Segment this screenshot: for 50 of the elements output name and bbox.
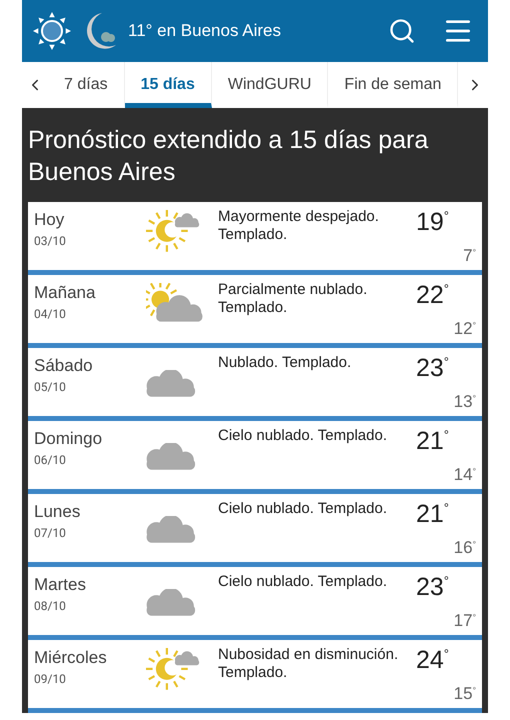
header-title: 11° en Buenos Aires (128, 21, 282, 41)
high-temperature: 19$^{°}$ (416, 208, 449, 237)
low-temperature: 16$^{°}$ (454, 538, 476, 558)
forecast-card[interactable]: Hoy 03/10 Mayormente despejado. Templado. 19$^{°}$ 7$^{°}$ (28, 202, 482, 275)
day-date: 04/10 (34, 307, 67, 321)
low-temperature: 15$^{°}$ (454, 684, 476, 704)
day-date: 05/10 (34, 380, 67, 394)
day-name: Martes (34, 575, 87, 595)
weather-description: Cielo nublado. Templado. (218, 572, 388, 592)
tab[interactable]: 15 días (124, 62, 212, 108)
forecast-card[interactable]: Mañana 04/10 Parcialmente nublado. Templado. 22$^{°}$ 12$^{°}$ (28, 275, 482, 348)
weather-description: Cielo nublado. Templado. (218, 426, 388, 446)
day-date: 06/10 (34, 453, 67, 467)
forecast-card[interactable]: Sábado 05/10 Nublado. Templado. 23$^{°}$ 13$^{°}$ (28, 348, 482, 421)
page-heading: Pronóstico extendido a 15 días para Buenos Aires (28, 125, 430, 188)
day-name: Sábado (34, 356, 94, 376)
forecast-card[interactable]: Domingo 06/10 Cielo nublado. Templado. 21$^{°}$ 14$^{°}$ (28, 421, 482, 494)
high-temperature: 23$^{°}$ (416, 573, 449, 602)
cloud-icon (146, 516, 197, 545)
weather-description: Nubosidad en disminución. Templado. (218, 645, 400, 683)
weather-description: Mayormente despejado. Templado. (218, 207, 380, 245)
forecast-card[interactable]: Martes 08/10 Cielo nublado. Templado. 23$^{°}$ 17$^{°}$ (28, 567, 482, 640)
high-temperature: 21$^{°}$ (416, 427, 449, 456)
day-date: 03/10 (34, 234, 67, 248)
low-temperature: 7$^{°}$ (463, 246, 476, 266)
low-temperature: 13$^{°}$ (454, 392, 476, 412)
cloud-icon (146, 370, 197, 399)
low-temperature: 17$^{°}$ (454, 611, 476, 631)
sun-icon[interactable] (32, 11, 72, 51)
low-temperature: 14$^{°}$ (454, 465, 476, 485)
low-temperature: 12$^{°}$ (454, 319, 476, 339)
cloud-icon (146, 443, 197, 472)
weather-description: Nublado. Templado. (218, 353, 352, 373)
day-date: 09/10 (34, 672, 67, 686)
day-name: Mañana (34, 283, 96, 303)
weather-description: Cielo nublado. Templado. (218, 499, 388, 519)
forecast-card[interactable]: Lunes 07/10 Cielo nublado. Templado. 21$^{°}$ 16$^{°}$ (28, 494, 482, 567)
high-temperature: 21$^{°}$ (416, 500, 449, 529)
day-date: 08/10 (34, 599, 67, 613)
day-date: 07/10 (34, 526, 67, 540)
forecast-card[interactable]: Miércoles 09/10 Nubosidad en disminución. Templado. 24$^{°}$ 15$^{°}$ (28, 640, 482, 713)
day-name: Miércoles (34, 648, 108, 668)
cloud-icon (146, 589, 197, 618)
high-temperature: 23$^{°}$ (416, 354, 449, 383)
high-temperature: 24$^{°}$ (416, 646, 449, 675)
day-name: Hoy (34, 210, 66, 230)
day-name: Domingo (34, 429, 104, 449)
weather-description: Parcialmente nublado. Templado. (218, 280, 368, 318)
day-name: Lunes (34, 502, 82, 522)
high-temperature: 22$^{°}$ (416, 281, 449, 310)
